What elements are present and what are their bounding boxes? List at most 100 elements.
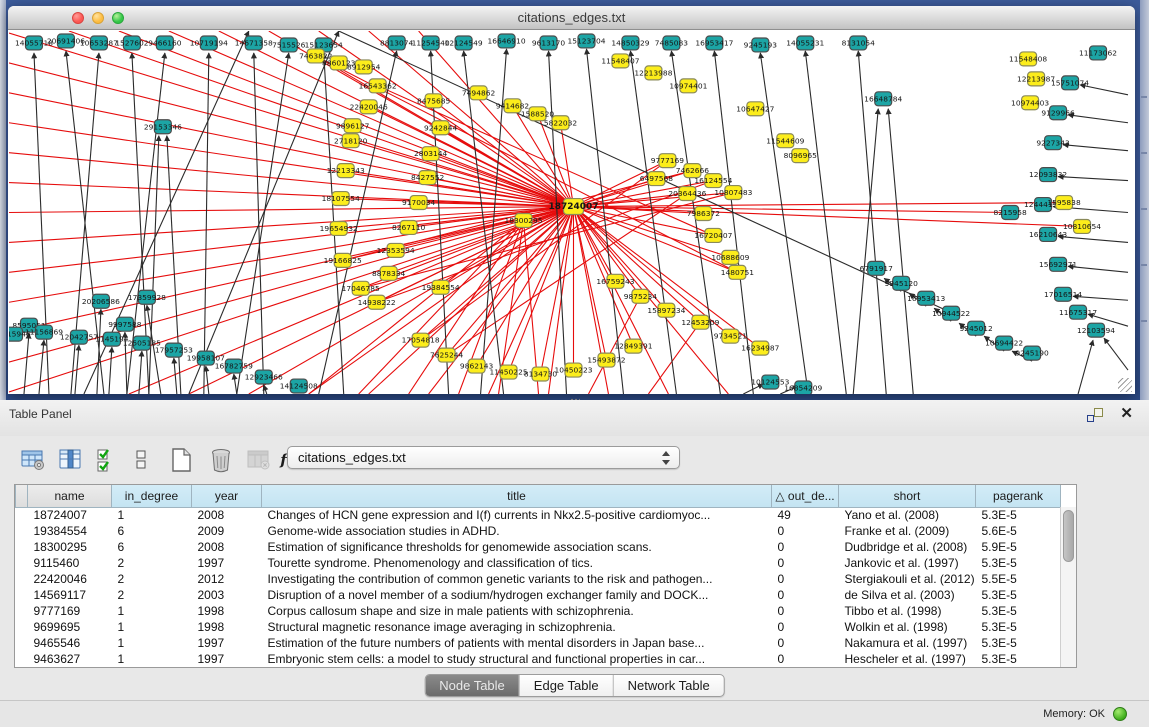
table-cell[interactable]: 5.3E-5: [976, 619, 1061, 635]
table-settings-button[interactable]: [18, 445, 48, 475]
graph-node[interactable]: 7494862: [462, 86, 495, 100]
table-cell[interactable]: 0: [772, 651, 839, 667]
table-cell[interactable]: 2: [112, 555, 192, 571]
graph-edge[interactable]: [206, 366, 209, 394]
graph-node[interactable]: 16646910: [488, 34, 526, 48]
table-cell[interactable]: 2009: [192, 523, 262, 539]
row-options-button[interactable]: [126, 445, 156, 475]
graph-node[interactable]: 12213987: [1017, 72, 1055, 86]
table-cell[interactable]: 9777169: [28, 603, 112, 619]
graph-edge[interactable]: [34, 53, 49, 394]
graph-node[interactable]: 10653287: [80, 36, 118, 50]
table-cell[interactable]: 0: [772, 539, 839, 555]
graph-edge[interactable]: [671, 51, 720, 394]
graph-edge[interactable]: [431, 154, 574, 207]
graph-node[interactable]: 16234987: [741, 341, 779, 355]
network-canvas[interactable]: 1405571820691406106532871527602946616010…: [9, 31, 1134, 394]
graph-node[interactable]: 10719194: [190, 36, 228, 50]
graph-node[interactable]: 29153346: [144, 120, 182, 134]
table-cell[interactable]: 0: [772, 523, 839, 539]
graph-edge[interactable]: [1068, 115, 1128, 123]
graph-node[interactable]: 9129966: [1041, 106, 1075, 120]
graph-edge[interactable]: [139, 351, 142, 394]
table-row[interactable]: 946362711997Embryonic stem cells: a mode…: [16, 651, 1061, 667]
graph-node[interactable]: 7625244: [430, 348, 464, 362]
graph-node[interactable]: 12923466: [245, 370, 283, 384]
table-cell[interactable]: 5.9E-5: [976, 539, 1061, 555]
table-cell[interactable]: 6: [112, 523, 192, 539]
graph-edge[interactable]: [189, 31, 339, 394]
graph-edge[interactable]: [39, 340, 44, 394]
graph-node[interactable]: 9227343: [1036, 136, 1070, 150]
table-cell[interactable]: 1997: [192, 651, 262, 667]
graph-node[interactable]: 1480751: [721, 265, 755, 279]
graph-node[interactable]: 14850329: [611, 36, 649, 50]
graph-node[interactable]: 18300295: [505, 213, 543, 227]
create-table-button[interactable]: [166, 445, 196, 475]
graph-node[interactable]: 17046785: [342, 281, 380, 295]
graph-edge[interactable]: [9, 153, 573, 207]
graph-node[interactable]: 15692971: [1039, 257, 1077, 271]
graph-node[interactable]: 9466160: [148, 36, 182, 50]
table-cell[interactable]: 6: [112, 539, 192, 555]
table-cell[interactable]: Tourette syndrome. Phenomenology and cla…: [262, 555, 772, 571]
table-cell[interactable]: 5.3E-5: [976, 635, 1061, 651]
table-cell[interactable]: 18724007: [28, 507, 112, 523]
table-cell[interactable]: 1: [112, 651, 192, 667]
table-row[interactable]: 1456911722003Disruption of a novel membe…: [16, 587, 1061, 603]
table-cell[interactable]: 1998: [192, 619, 262, 635]
table-row[interactable]: 969969511998Structural magnetic resonanc…: [16, 619, 1061, 635]
tab-network-table[interactable]: Network Table: [613, 675, 724, 696]
graph-edge[interactable]: [204, 53, 209, 394]
graph-node[interactable]: 17016514: [1044, 287, 1082, 301]
graph-node[interactable]: 10944522: [932, 306, 970, 320]
graph-node[interactable]: 17359928: [128, 290, 166, 304]
table-cell[interactable]: 5.3E-5: [976, 507, 1061, 523]
graph-node[interactable]: 16782759: [215, 359, 253, 373]
table-cell[interactable]: 49: [772, 507, 839, 523]
graph-node[interactable]: 8813074: [380, 36, 414, 50]
table-cell[interactable]: 2012: [192, 571, 262, 587]
table-cell[interactable]: 1997: [192, 635, 262, 651]
float-panel-icon[interactable]: [1087, 408, 1103, 422]
graph-edge[interactable]: [1078, 340, 1093, 394]
graph-node[interactable]: 12213988: [634, 66, 672, 80]
table-cell[interactable]: Yano et al. (2008): [839, 507, 976, 523]
network-window-titlebar[interactable]: citations_edges.txt: [8, 6, 1135, 30]
column-header-in_degree[interactable]: in_degree: [112, 485, 192, 507]
graph-node[interactable]: 17054818: [402, 333, 440, 347]
graph-node[interactable]: 16210643: [1029, 227, 1067, 241]
graph-node[interactable]: 19166825: [324, 253, 362, 267]
graph-node[interactable]: 11450225: [490, 365, 528, 379]
table-cell[interactable]: 5.6E-5: [976, 523, 1061, 539]
graph-edge[interactable]: [1104, 338, 1128, 370]
window-resize-grip[interactable]: [1118, 378, 1132, 392]
select-visible-columns-button[interactable]: [92, 445, 122, 475]
graph-edge[interactable]: [1063, 145, 1128, 151]
table-cell[interactable]: Estimation of significance thresholds fo…: [262, 539, 772, 555]
table-cell[interactable]: Disruption of a novel member of a sodium…: [262, 587, 772, 603]
table-cell[interactable]: 0: [772, 555, 839, 571]
column-header-title[interactable]: title: [262, 485, 772, 507]
graph-node[interactable]: 9896127: [336, 119, 370, 133]
table-cell[interactable]: 19384554: [28, 523, 112, 539]
table-cell[interactable]: 2008: [192, 539, 262, 555]
graph-node[interactable]: 8215958: [993, 206, 1027, 220]
graph-node[interactable]: 15897234: [647, 303, 685, 317]
graph-edge[interactable]: [234, 374, 237, 394]
graph-node[interactable]: 9862143: [460, 359, 494, 373]
table-row[interactable]: 1938455462009Genome-wide association stu…: [16, 523, 1061, 539]
table-cell[interactable]: 0: [772, 603, 839, 619]
column-header-year[interactable]: year: [192, 485, 262, 507]
graph-edge[interactable]: [109, 347, 112, 394]
table-cell[interactable]: 1997: [192, 555, 262, 571]
graph-node[interactable]: 11156869: [25, 325, 63, 339]
graph-node[interactable]: 7485083: [655, 36, 689, 50]
table-cell[interactable]: Stergiakouli et al. (2012): [839, 571, 976, 587]
table-cell[interactable]: Changes of HCN gene expression and I(f) …: [262, 507, 772, 523]
table-cell[interactable]: Dudbridge et al. (2008): [839, 539, 976, 555]
close-panel-icon[interactable]: ✕: [1120, 405, 1133, 423]
column-header-short[interactable]: short: [839, 485, 976, 507]
graph-node[interactable]: 16543362: [359, 79, 397, 93]
graph-node[interactable]: 9170034: [402, 196, 436, 210]
